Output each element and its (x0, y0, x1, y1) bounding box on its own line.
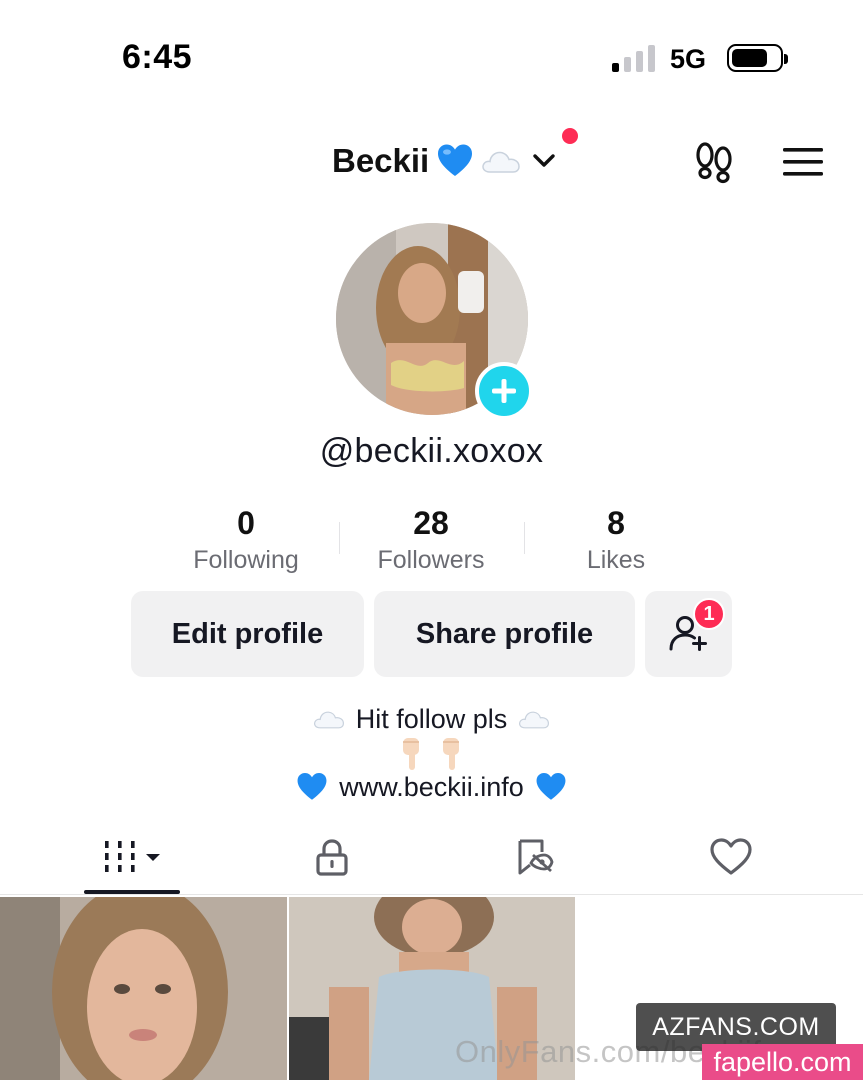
bookmark-hidden-icon (518, 839, 554, 875)
bio-link[interactable]: www.beckii.info (339, 772, 524, 803)
stat-value: 28 (413, 505, 449, 541)
tab-videos[interactable] (84, 830, 180, 884)
blue-heart-emoji-icon (438, 144, 473, 176)
cloud-emoji-icon (482, 151, 520, 173)
bio-line: www.beckii.info (0, 767, 863, 807)
stat-label: Likes (586, 546, 646, 574)
lock-icon (316, 839, 348, 876)
tab-saved[interactable] (502, 830, 566, 884)
stat-likes[interactable]: 8 Likes (524, 505, 708, 575)
plus-icon (492, 379, 516, 403)
share-profile-button[interactable]: Share profile (374, 591, 635, 677)
display-name: Beckii (332, 142, 430, 179)
tabs-divider (0, 894, 863, 895)
status-time: 6:45 (122, 38, 193, 76)
friend-request-badge: 1 (693, 598, 725, 630)
add-story-button[interactable] (475, 362, 533, 420)
chevron-down-icon (533, 154, 555, 167)
stat-value: 8 (607, 505, 625, 541)
cloud-emoji-icon (519, 711, 550, 729)
stat-label: Following (193, 546, 299, 574)
blue-heart-emoji-icon (536, 772, 566, 800)
tab-liked[interactable] (699, 830, 763, 884)
stat-following[interactable]: 0 Following (154, 505, 338, 575)
stat-value: 0 (237, 505, 255, 541)
cellular-signal-icon (612, 44, 658, 72)
notification-dot (562, 128, 578, 144)
bio-line: Hit follow pls (0, 700, 863, 738)
blue-heart-emoji-icon (297, 772, 327, 800)
stat-followers[interactable]: 28 Followers (339, 505, 523, 575)
video-thumbnail[interactable] (0, 897, 287, 1080)
cloud-emoji-icon (313, 711, 344, 729)
account-switcher[interactable]: Beckii (332, 140, 557, 182)
edit-profile-button[interactable]: Edit profile (131, 591, 364, 677)
username: @beckii.xoxox (319, 432, 544, 470)
battery-icon (727, 44, 788, 72)
network-type: 5G (670, 44, 707, 74)
footprint-icon[interactable] (694, 140, 736, 184)
fapello-watermark: fapello.com (702, 1044, 863, 1080)
heart-icon (710, 838, 752, 875)
hamburger-menu-icon[interactable] (782, 145, 824, 179)
bio-text: Hit follow pls (355, 703, 508, 734)
tab-private[interactable] (300, 830, 364, 884)
grid-icon (105, 841, 160, 872)
stat-label: Followers (377, 546, 485, 574)
